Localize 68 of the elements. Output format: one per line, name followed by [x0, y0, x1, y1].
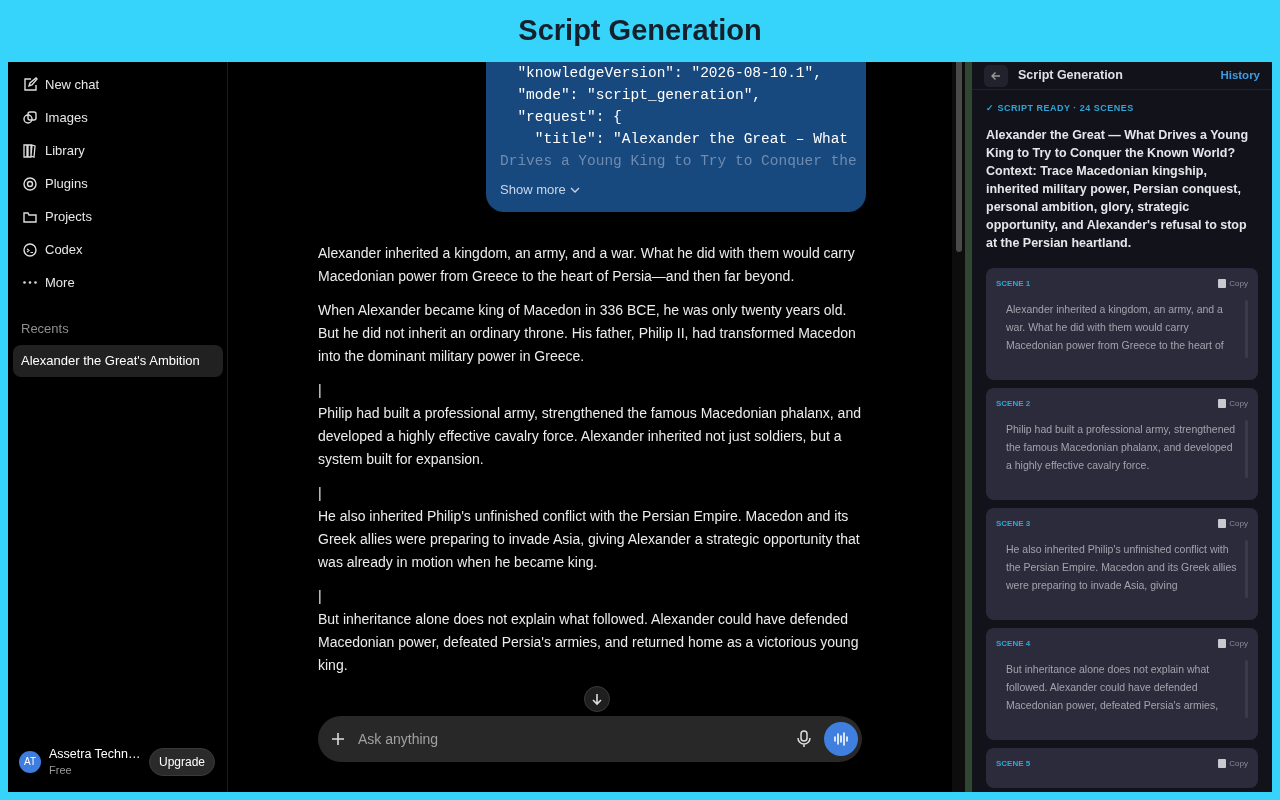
- scene-label: SCENE 1: [996, 277, 1032, 290]
- nav-item[interactable]: New chat: [13, 68, 223, 101]
- account-plan: Free: [49, 762, 73, 778]
- nav-item[interactable]: Plugins: [13, 167, 223, 200]
- code-line: "title": "Alexander the Great – What: [533, 130, 850, 149]
- nav-item[interactable]: More: [13, 266, 223, 299]
- text-cursor: |: [318, 586, 322, 606]
- nav-item[interactable]: Codex: [13, 233, 223, 266]
- panel-title: Script Generation: [1018, 67, 1124, 85]
- message-paragraph: But inheritance alone does not explain what followed. Alexander could have defended Macedonian power, defeated Persia's armies, and returned home as a victorious young king.: [318, 609, 860, 675]
- upgrade-button[interactable]: Upgrade: [148, 747, 215, 776]
- script-heading: Alexander the Great — What Drives a Young King to Try to Conquer the Known World? Context: Trace Macedonian kingship, inherited military power, Persian conquest, personal ambition, glory, strategic opportunity, and Alexander's refusal to stop at the Persian heartland.: [986, 126, 1250, 252]
- status-label: ✓ SCRIPT READY · 24 SCENES: [986, 102, 1135, 115]
- banner-title: Script Generation: [518, 13, 762, 49]
- history-link[interactable]: History: [1220, 66, 1260, 85]
- account-name: Assetra Techn…: [49, 745, 141, 762]
- text-cursor: |: [318, 483, 322, 503]
- clipboard-icon: [1218, 519, 1227, 528]
- clipboard-icon: [1218, 279, 1227, 288]
- scene-text: Philip had built a professional army, strengthened the famous Macedonian phalanx, and developed a highly effective cavalry force.: [1006, 421, 1237, 473]
- more-icon: [23, 281, 37, 284]
- scrollbar-thumb[interactable]: [955, 62, 962, 252]
- message-paragraph: Philip had built a professional army, strengthened the famous Macedonian phalanx, and developed a highly effective cavalry force. Alexander inherited not just soldiers, but a system built for expansion.: [318, 403, 862, 469]
- terminal-icon: [22, 241, 38, 258]
- nav-item[interactable]: Projects: [13, 200, 223, 233]
- show-more-link[interactable]: Show more: [500, 180, 580, 200]
- nav-item[interactable]: Images: [13, 101, 223, 134]
- resize-handle[interactable]: [965, 62, 972, 792]
- chat-input[interactable]: Ask anything: [318, 716, 862, 762]
- arrow-left-icon: [990, 69, 1002, 82]
- message-paragraph: Alexander inherited a kingdom, an army, and a war. What he did with them would carry Macedonian power from Greece to the heart of Persia—and then far beyond.: [318, 243, 856, 286]
- clipboard-icon: [1218, 759, 1227, 768]
- recent-chat-item[interactable]: Alexander the Great's Ambition: [13, 344, 223, 377]
- scene-text: Alexander inherited a kingdom, an army, and a war. What he did with them would carry Macedonian power from Greece to the heart of: [1006, 301, 1225, 353]
- copy-button[interactable]: Copy: [1218, 757, 1248, 770]
- back-button[interactable]: [984, 64, 1008, 87]
- code-line: "request": {: [516, 108, 623, 127]
- clipboard-icon: [1218, 399, 1227, 408]
- copy-button[interactable]: Copy: [1218, 637, 1248, 650]
- arrow-down-icon: [590, 692, 604, 706]
- section-label: Recents: [20, 320, 70, 338]
- scene-text: But inheritance alone does not explain what followed. Alexander could have defended Macedonian power, defeated Persia's armies,: [1006, 661, 1220, 713]
- nav-item[interactable]: Library: [13, 134, 223, 167]
- message-paragraph: He also inherited Philip's unfinished conflict with the Persian Empire. Macedon and its Greek allies were preparing to invade Asia, giving Alexander a strategic opportunity that was already in motion when he became king.: [318, 506, 861, 572]
- copy-button[interactable]: Copy: [1218, 517, 1248, 530]
- copy-button[interactable]: Copy: [1218, 277, 1248, 290]
- edit-icon: [22, 76, 38, 93]
- code-line: Drives a Young King to Try to Conquer the: [500, 152, 858, 171]
- message-paragraph: When Alexander became king of Macedon in 336 BCE, he was only twenty years old. But he did not inherit an ordinary throne. His father, Philip II, had transformed Macedon into the dominant military power in Greece.: [318, 300, 857, 366]
- text-cursor: |: [318, 380, 322, 400]
- images-icon: [22, 109, 38, 126]
- scene-label: SCENE 4: [996, 637, 1032, 650]
- microphone-icon[interactable]: [796, 730, 812, 748]
- scene-label: SCENE 3: [996, 517, 1032, 530]
- clipboard-icon: [1218, 639, 1227, 648]
- input-field[interactable]: Ask anything: [358, 728, 784, 750]
- scene-label: SCENE 5: [996, 757, 1032, 770]
- scroll-down-button[interactable]: [584, 686, 610, 712]
- avatar[interactable]: AT: [19, 750, 41, 773]
- voice-button[interactable]: [824, 722, 858, 756]
- scene-label: SCENE 2: [996, 397, 1032, 410]
- code-line: "mode": "script_generation",: [516, 86, 763, 105]
- copy-button[interactable]: Copy: [1218, 397, 1248, 410]
- code-line: "knowledgeVersion": "2026-08-10.1",: [516, 64, 823, 83]
- scene-text: He also inherited Philip's unfinished conflict with the Persian Empire. Macedon and its Greek allies were preparing to invade Asia, giving: [1006, 541, 1237, 593]
- plus-icon[interactable]: [330, 731, 346, 747]
- library-icon: [22, 142, 38, 159]
- waveform-icon: [833, 731, 849, 747]
